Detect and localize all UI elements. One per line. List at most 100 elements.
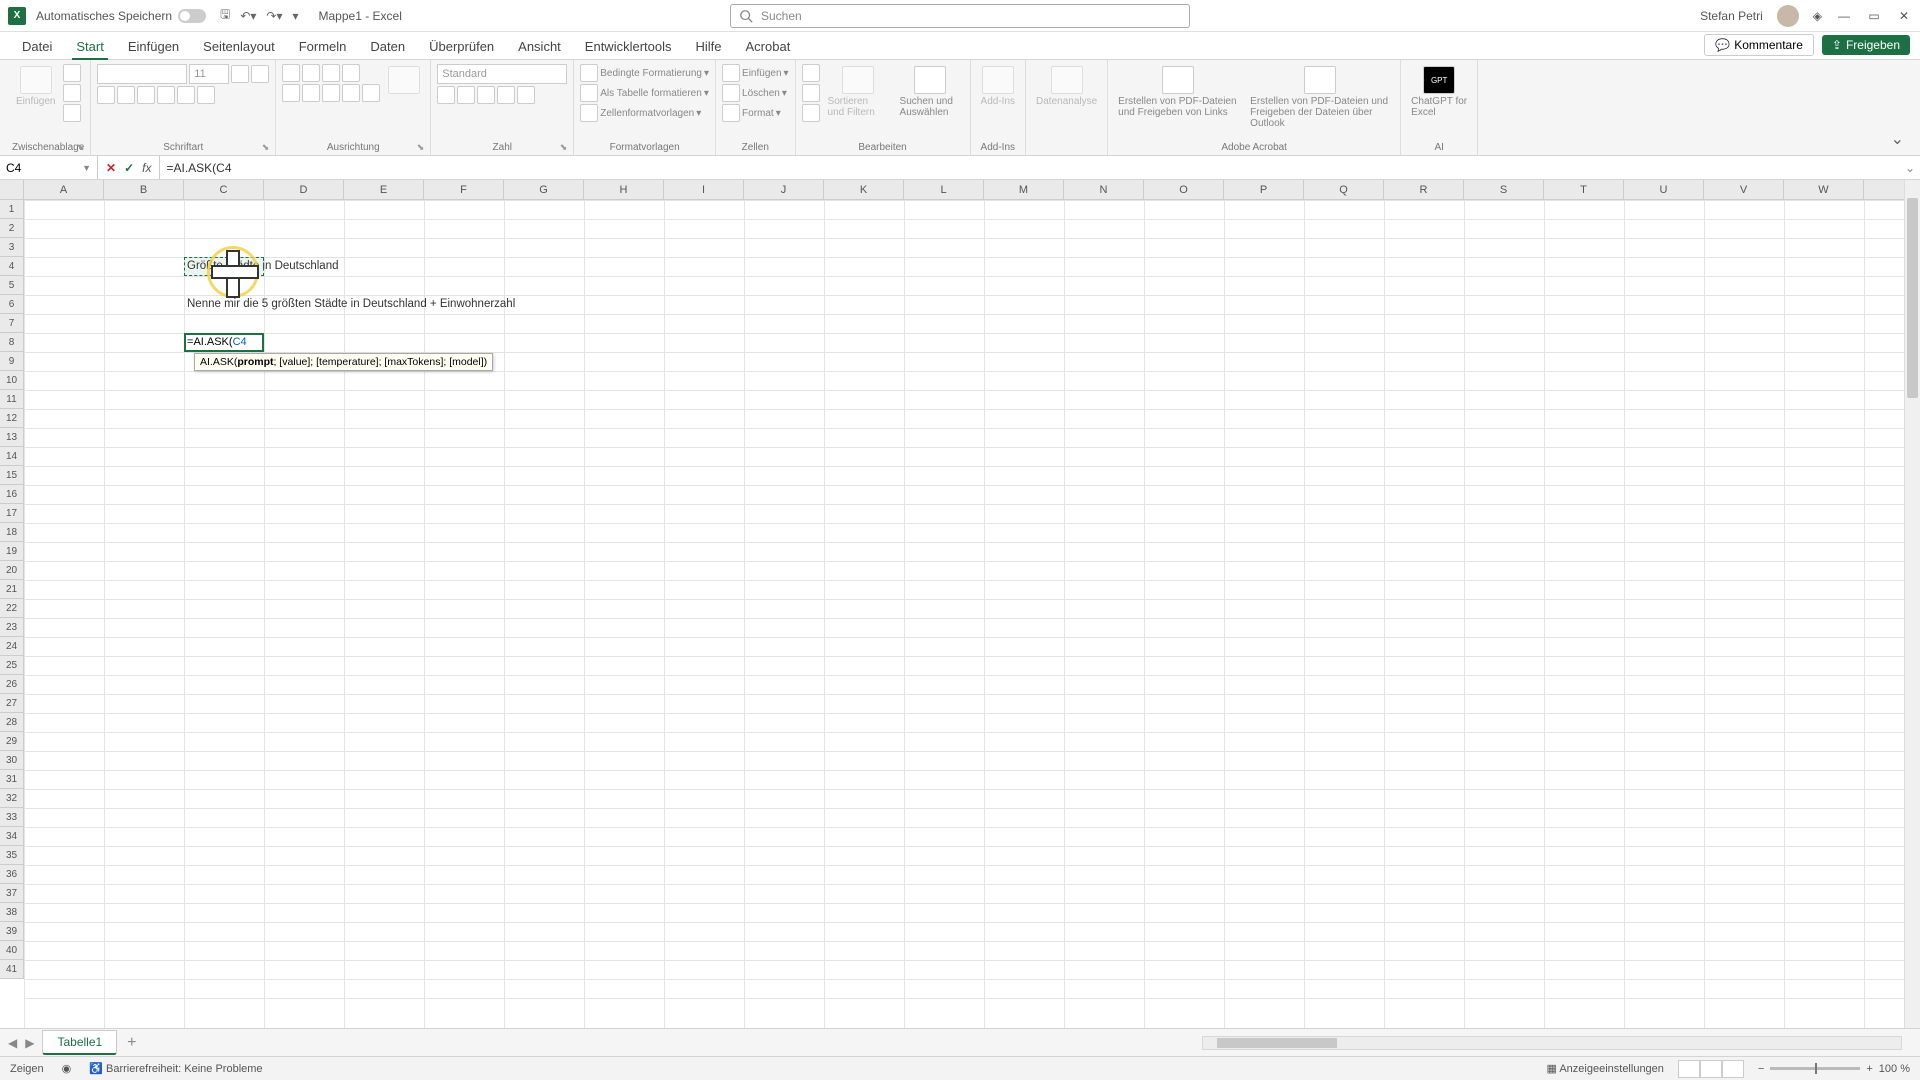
einfuegen-button[interactable]: Einfügen bbox=[12, 64, 59, 109]
zoom-slider[interactable]: − + 100 % bbox=[1758, 1063, 1910, 1075]
zoom-in-icon[interactable]: + bbox=[1866, 1063, 1872, 1075]
select-all-button[interactable] bbox=[0, 180, 24, 200]
formula-input[interactable]: =AI.ASK(C4 bbox=[160, 156, 1900, 179]
tab-formeln[interactable]: Formeln bbox=[287, 34, 359, 59]
ribbon-collapse-icon[interactable]: ⌄ bbox=[1881, 123, 1914, 155]
row-header-4[interactable]: 4 bbox=[0, 257, 23, 276]
orientation-icon[interactable] bbox=[342, 64, 360, 82]
pdf-outlook-button[interactable]: Erstellen von PDF-Dateien und Freigeben … bbox=[1246, 64, 1394, 131]
row-header-33[interactable]: 33 bbox=[0, 808, 23, 827]
bedingte-button[interactable]: Bedingte Formatierung ▾ bbox=[580, 64, 709, 82]
col-header-W[interactable]: W bbox=[1784, 180, 1864, 199]
row-header-8[interactable]: 8 bbox=[0, 333, 23, 352]
hscroll-thumb[interactable] bbox=[1217, 1038, 1337, 1048]
row-header-25[interactable]: 25 bbox=[0, 656, 23, 675]
redo-icon[interactable]: ↷▾ bbox=[266, 9, 282, 23]
prev-sheet-icon[interactable]: ◀ bbox=[8, 1036, 17, 1050]
display-settings[interactable]: ▦ Anzeigeeinstellungen bbox=[1546, 1062, 1663, 1075]
undo-icon[interactable]: ↶▾ bbox=[240, 9, 256, 23]
autosave-toggle[interactable]: Automatisches Speichern bbox=[36, 9, 206, 23]
add-sheet-icon[interactable]: + bbox=[117, 1034, 146, 1052]
sortieren-button[interactable]: Sortieren und Filtern bbox=[824, 64, 892, 120]
autosum-icon[interactable] bbox=[802, 64, 820, 82]
normal-view-icon[interactable] bbox=[1678, 1060, 1700, 1078]
col-header-D[interactable]: D bbox=[264, 180, 344, 199]
merge-button[interactable] bbox=[384, 64, 424, 96]
col-header-G[interactable]: G bbox=[504, 180, 584, 199]
row-header-10[interactable]: 10 bbox=[0, 371, 23, 390]
close-icon[interactable]: ✕ bbox=[1896, 9, 1912, 23]
border-icon[interactable] bbox=[157, 86, 175, 104]
row-header-40[interactable]: 40 bbox=[0, 941, 23, 960]
col-header-J[interactable]: J bbox=[744, 180, 824, 199]
row-header-12[interactable]: 12 bbox=[0, 409, 23, 428]
row-header-24[interactable]: 24 bbox=[0, 637, 23, 656]
search-input[interactable]: Suchen bbox=[730, 4, 1190, 28]
row-header-3[interactable]: 3 bbox=[0, 238, 23, 257]
launcher-icon[interactable]: ⬊ bbox=[77, 142, 85, 153]
percent-icon[interactable] bbox=[457, 86, 475, 104]
row-header-30[interactable]: 30 bbox=[0, 751, 23, 770]
row-header-11[interactable]: 11 bbox=[0, 390, 23, 409]
align-left-icon[interactable] bbox=[282, 84, 300, 102]
sheet-nav[interactable]: ◀▶ bbox=[0, 1036, 42, 1050]
underline-icon[interactable] bbox=[137, 86, 155, 104]
diamond-icon[interactable]: ◈ bbox=[1813, 9, 1822, 23]
col-header-M[interactable]: M bbox=[984, 180, 1064, 199]
cut-icon[interactable] bbox=[63, 64, 81, 82]
launcher-icon[interactable]: ⬊ bbox=[560, 142, 568, 153]
zellenform-button[interactable]: Zellenformatvorlagen ▾ bbox=[580, 104, 709, 122]
row-header-13[interactable]: 13 bbox=[0, 428, 23, 447]
col-header-A[interactable]: A bbox=[24, 180, 104, 199]
tab-datei[interactable]: Datei bbox=[10, 34, 64, 59]
format-button[interactable]: Format ▾ bbox=[722, 104, 789, 122]
font-name-combo[interactable] bbox=[97, 64, 187, 84]
thousands-icon[interactable] bbox=[477, 86, 495, 104]
col-header-R[interactable]: R bbox=[1384, 180, 1464, 199]
tab-start[interactable]: Start bbox=[64, 34, 115, 59]
sheet-tab-tabelle1[interactable]: Tabelle1 bbox=[42, 1030, 117, 1055]
row-header-2[interactable]: 2 bbox=[0, 219, 23, 238]
row-header-17[interactable]: 17 bbox=[0, 504, 23, 523]
launcher-icon[interactable]: ⬊ bbox=[417, 142, 425, 153]
row-header-26[interactable]: 26 bbox=[0, 675, 23, 694]
col-header-U[interactable]: U bbox=[1624, 180, 1704, 199]
record-macro-icon[interactable]: ◉ bbox=[62, 1062, 72, 1075]
row-header-1[interactable]: 1 bbox=[0, 200, 23, 219]
col-header-I[interactable]: I bbox=[664, 180, 744, 199]
datenanalyse-button[interactable]: Datenanalyse bbox=[1032, 64, 1101, 109]
chevron-down-icon[interactable]: ▼ bbox=[82, 163, 91, 173]
tab-einfuegen[interactable]: Einfügen bbox=[116, 34, 191, 59]
row-header-38[interactable]: 38 bbox=[0, 903, 23, 922]
font-color-icon[interactable] bbox=[197, 86, 215, 104]
row-header-5[interactable]: 5 bbox=[0, 276, 23, 295]
col-header-V[interactable]: V bbox=[1704, 180, 1784, 199]
cancel-formula-icon[interactable]: ✕ bbox=[106, 161, 116, 175]
row-header-35[interactable]: 35 bbox=[0, 846, 23, 865]
row-header-14[interactable]: 14 bbox=[0, 447, 23, 466]
freigeben-button[interactable]: ⇪ Freigeben bbox=[1822, 35, 1910, 55]
row-header-21[interactable]: 21 bbox=[0, 580, 23, 599]
pdf-links-button[interactable]: Erstellen von PDF-Dateien und Freigeben … bbox=[1114, 64, 1242, 120]
row-header-29[interactable]: 29 bbox=[0, 732, 23, 751]
user-avatar-icon[interactable] bbox=[1777, 5, 1799, 27]
col-header-H[interactable]: H bbox=[584, 180, 664, 199]
align-bottom-icon[interactable] bbox=[322, 64, 340, 82]
col-header-L[interactable]: L bbox=[904, 180, 984, 199]
toggle-switch-icon[interactable] bbox=[178, 9, 206, 23]
vertical-scrollbar[interactable] bbox=[1904, 180, 1920, 1028]
zoom-track[interactable] bbox=[1770, 1067, 1860, 1070]
row-header-23[interactable]: 23 bbox=[0, 618, 23, 637]
col-header-E[interactable]: E bbox=[344, 180, 424, 199]
user-name[interactable]: Stefan Petri bbox=[1700, 9, 1763, 23]
loeschen-button[interactable]: Löschen ▾ bbox=[722, 84, 789, 102]
row-header-27[interactable]: 27 bbox=[0, 694, 23, 713]
row-header-32[interactable]: 32 bbox=[0, 789, 23, 808]
row-headers[interactable]: 1234567891011121314151617181920212223242… bbox=[0, 200, 24, 979]
cell-c6[interactable]: Nenne mir die 5 größten Städte in Deutsc… bbox=[184, 295, 518, 314]
addins-button[interactable]: Add-Ins bbox=[977, 64, 1019, 109]
row-header-37[interactable]: 37 bbox=[0, 884, 23, 903]
dec-inc-icon[interactable] bbox=[497, 86, 515, 104]
currency-icon[interactable] bbox=[437, 86, 455, 104]
clear-icon[interactable] bbox=[802, 104, 820, 122]
